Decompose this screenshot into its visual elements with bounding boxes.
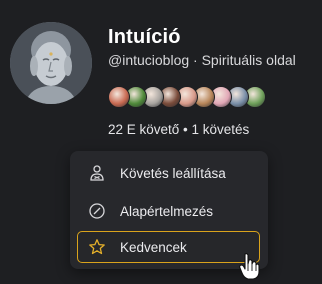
default-circle-icon — [88, 202, 106, 220]
follower-avatar[interactable] — [108, 86, 130, 108]
menu-item-label: Követés leállítása — [120, 165, 226, 181]
profile-handle: @intucioblog · Spirituális oldal — [108, 52, 296, 68]
menu-item-unfollow[interactable]: Követés leállítása — [78, 158, 260, 188]
star-icon — [88, 238, 106, 256]
follower-avatars[interactable] — [108, 86, 266, 108]
follow-stats[interactable]: 22 E követő • 1 követés — [108, 122, 249, 137]
buddha-image — [10, 22, 92, 104]
menu-item-label: Alapértelmezés — [120, 203, 214, 219]
unfollow-person-icon — [88, 164, 106, 182]
menu-item-label: Kedvencek — [120, 239, 187, 255]
menu-item-favorites[interactable]: Kedvencek — [77, 231, 260, 263]
profile-avatar[interactable] — [10, 22, 92, 104]
profile-name[interactable]: Intuíció — [108, 26, 181, 49]
menu-item-default[interactable]: Alapértelmezés — [78, 196, 260, 226]
hand-cursor-icon — [239, 253, 260, 280]
profile-hover-card: Intuíció @intucioblog · Spirituális olda… — [0, 0, 322, 284]
